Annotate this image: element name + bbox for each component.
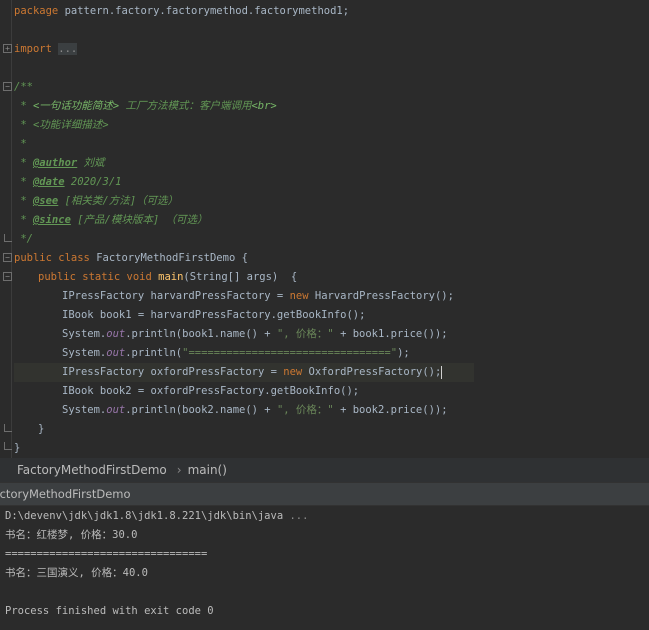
breadcrumb-separator-icon: › [176,463,182,477]
code-line-doc: * <功能详细描述> [14,119,109,131]
code-line: System.out.println(book2.name() + ", 价格：… [62,404,448,416]
fold-end-icon[interactable] [4,424,12,432]
code-line-class-decl: public class FactoryMethodFirstDemo { [14,252,248,264]
fold-collapse-icon[interactable]: − [3,253,12,262]
code-line-package: package pattern.factory.factorymethod.fa… [14,5,350,17]
fold-end-icon[interactable] [4,234,12,242]
code-line: System.out.println("====================… [62,347,410,359]
code-line-doc-see: * @see [相关类/方法]（可选） [14,195,179,207]
code-line-import: import ... [14,43,78,55]
code-line: IBook book2 = oxfordPressFactory.getBook… [62,385,360,397]
code-line-doc: * <一句话功能简述> 工厂方法模式：客户端调用<br> [14,100,277,112]
run-console[interactable]: D:\devenv\jdk\jdk1.8\jdk1.8.221\jdk\bin\… [0,506,649,630]
code-line: System.out.println(book1.name() + ", 价格：… [62,328,448,340]
console-output-line: 书名：红楼梦, 价格：30.0 [5,529,138,541]
code-line-main-decl: public static void main(String[] args) { [38,271,298,283]
code-line-doc-since: * @since [产品/模块版本] （可选） [14,214,208,226]
breadcrumb-class[interactable]: FactoryMethodFirstDemo [0,463,167,477]
run-tab[interactable]: FactoryMethodFirstDemo [0,483,131,505]
code-line-doc-author: * @author 刘斌 [14,157,105,169]
code-line-close-class: } [14,442,21,454]
console-command[interactable]: D:\devenv\jdk\jdk1.8\jdk1.8.221\jdk\bin\… [5,507,308,525]
editor-gutter [11,0,12,458]
code-editor[interactable]: + − − − package pattern.factory.factorym… [0,0,649,458]
code-line-doc: * [14,138,27,150]
fold-collapse-icon[interactable]: − [3,82,12,91]
fold-expand-icon[interactable]: + [3,44,12,53]
folded-imports[interactable]: ... [58,43,78,55]
text-caret [441,365,443,379]
code-line-close-method: } [38,423,45,435]
code-line-doc-open: /** [14,81,33,93]
code-line-doc-date: * @date 2020/3/1 [14,176,122,188]
breadcrumb: FactoryMethodFirstDemo › main() [0,458,649,482]
code-line: IPressFactory harvardPressFactory = new … [62,290,454,302]
fold-end-icon[interactable] [4,442,12,450]
fold-collapse-icon[interactable]: − [3,272,12,281]
console-exit-line: Process finished with exit code 0 [5,605,214,617]
run-panel-header: FactoryMethodFirstDemo [0,482,649,506]
code-line: IBook book1 = harvardPressFactory.getBoo… [62,309,366,321]
breadcrumb-method[interactable]: main() [188,463,227,477]
code-line-doc-close: */ [14,233,33,245]
console-output-line: 书名：三国演义, 价格：40.0 [5,567,148,579]
code-line-current: IPressFactory oxfordPressFactory = new O… [14,363,474,382]
console-output-line: ================================ [5,548,208,560]
